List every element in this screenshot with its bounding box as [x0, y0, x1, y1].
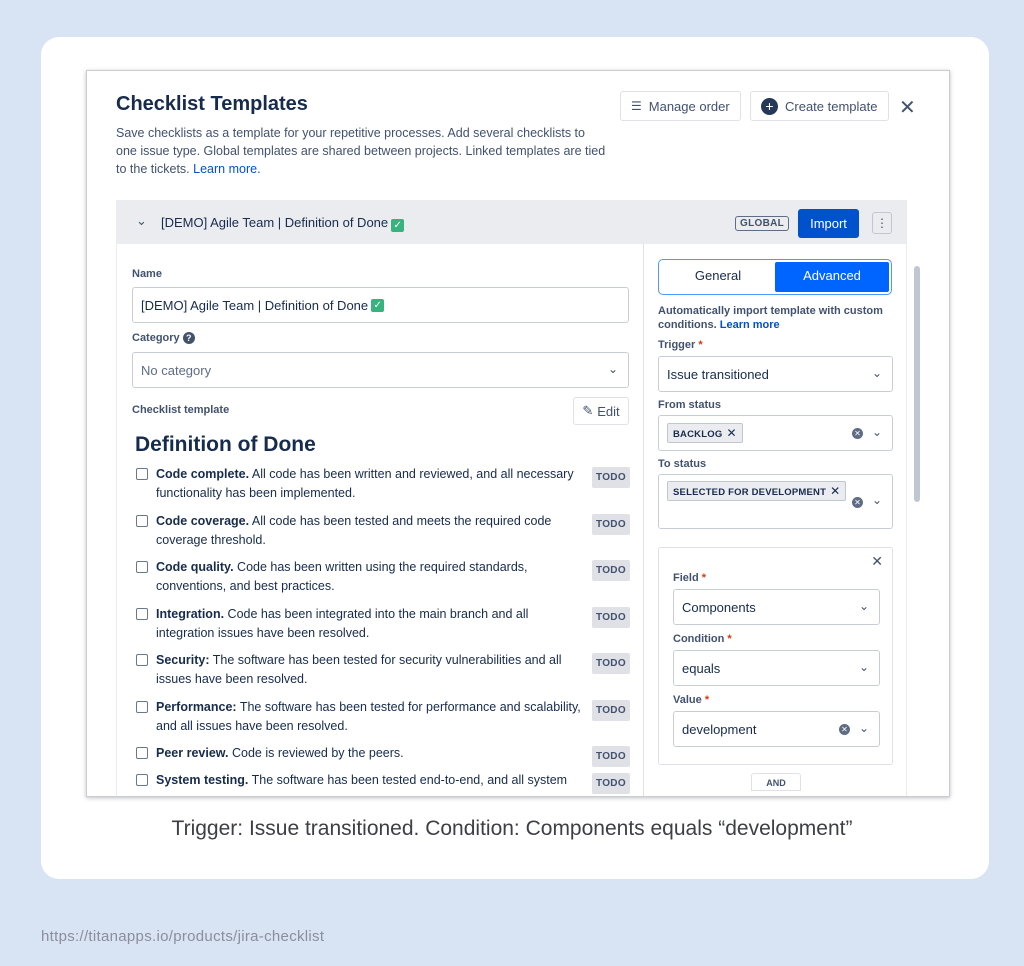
- clear-icon[interactable]: ✕: [852, 497, 863, 508]
- clear-icon[interactable]: ✕: [852, 428, 863, 439]
- list-icon: ☰: [631, 99, 642, 113]
- category-label: Category?: [132, 332, 195, 344]
- chevron-down-icon: ⌄: [858, 599, 869, 613]
- checkbox[interactable]: [136, 514, 148, 527]
- to-status-select[interactable]: SELECTED FOR DEVELOPMENT ✕ ✕ ⌄: [658, 474, 893, 529]
- modal-title: Checklist Templates: [116, 93, 308, 115]
- chevron-down-icon: ⌄: [871, 493, 882, 507]
- status-badge[interactable]: TODO: [592, 699, 630, 721]
- edit-button[interactable]: ✎ Edit: [573, 397, 629, 425]
- chevron-down-icon: ⌄: [871, 366, 882, 380]
- caption: Trigger: Issue transitioned. Condition: …: [171, 817, 853, 840]
- checkbox[interactable]: [136, 654, 148, 666]
- checklist-heading: Definition of Done: [135, 433, 316, 456]
- check-mark-icon: ✓: [391, 219, 405, 232]
- list-item: Security: The software has been tested f…: [136, 651, 630, 698]
- mode-tabs: General Advanced: [658, 259, 892, 295]
- clear-icon[interactable]: ✕: [839, 724, 850, 735]
- list-item: Integration. Code has been integrated in…: [136, 605, 630, 652]
- tab-general[interactable]: General: [661, 262, 775, 292]
- close-icon[interactable]: ✕: [871, 553, 883, 570]
- and-button[interactable]: AND: [751, 773, 801, 791]
- checkbox[interactable]: [136, 774, 148, 786]
- pencil-icon: ✎: [582, 403, 594, 418]
- chevron-down-icon: ⌄: [607, 362, 618, 376]
- learn-more-link[interactable]: Learn more: [720, 319, 780, 331]
- category-select[interactable]: No category ⌄: [132, 352, 629, 388]
- import-button[interactable]: Import: [798, 209, 859, 238]
- to-status-label: To status: [658, 458, 707, 470]
- remove-icon[interactable]: ✕: [726, 426, 736, 440]
- status-badge[interactable]: TODO: [592, 560, 630, 581]
- status-chip: BACKLOG ✕: [667, 423, 743, 443]
- check-mark-icon: ✓: [371, 298, 385, 312]
- checklist-template-label: Checklist template: [132, 404, 230, 416]
- list-item: Performance: The software has been teste…: [136, 698, 630, 745]
- source-url: https://titanapps.io/products/jira-check…: [41, 928, 325, 945]
- status-badge[interactable]: TODO: [592, 746, 630, 767]
- close-icon[interactable]: ✕: [899, 95, 916, 120]
- checkbox[interactable]: [136, 607, 148, 620]
- trigger-select[interactable]: Issue transitioned ⌄: [658, 356, 893, 392]
- advanced-info: Automatically import template with custo…: [658, 305, 883, 331]
- chevron-down-icon[interactable]: ⌄: [136, 213, 147, 229]
- status-badge[interactable]: TODO: [592, 653, 630, 674]
- template-panel: ⌄ [DEMO] Agile Team | Definition of Done…: [116, 200, 920, 796]
- from-status-select[interactable]: BACKLOG ✕ ✕ ⌄: [658, 415, 893, 451]
- list-item: Peer review. Code is reviewed by the pee…: [136, 744, 630, 771]
- status-chip: SELECTED FOR DEVELOPMENT ✕: [667, 481, 847, 501]
- divider: [643, 244, 644, 796]
- checkbox[interactable]: [136, 468, 148, 480]
- list-item: Code complete. All code has been written…: [136, 465, 630, 512]
- modal-screenshot: Checklist Templates Save checklists as a…: [86, 70, 950, 797]
- status-badge[interactable]: TODO: [592, 467, 630, 488]
- field-select[interactable]: Components ⌄: [673, 589, 880, 625]
- value-select[interactable]: development ✕ ⌄: [673, 711, 880, 747]
- field-label: Field *: [673, 572, 707, 584]
- checkbox[interactable]: [136, 747, 148, 759]
- modal-description: Save checklists as a template for your r…: [116, 126, 606, 176]
- from-status-label: From status: [658, 399, 721, 411]
- condition-select[interactable]: equals ⌄: [673, 650, 880, 686]
- name-input[interactable]: [DEMO] Agile Team | Definition of Done ✓: [132, 287, 629, 323]
- help-icon[interactable]: ?: [182, 332, 195, 344]
- condition-label: Condition *: [673, 633, 732, 645]
- manage-order-button[interactable]: ☰ Manage order: [620, 91, 741, 121]
- status-badge[interactable]: TODO: [592, 513, 630, 535]
- name-label: Name: [132, 268, 162, 280]
- list-item: System testing. The software has been te…: [136, 771, 630, 796]
- list-item: Code quality. Code has been written usin…: [136, 558, 630, 605]
- trigger-label: Trigger *: [658, 339, 703, 351]
- global-badge: GLOBAL: [735, 216, 790, 231]
- checklist-items: Code complete. All code has been written…: [136, 465, 630, 796]
- checkbox[interactable]: [136, 700, 148, 713]
- create-template-button[interactable]: + Create template: [750, 91, 889, 121]
- checkbox[interactable]: [136, 561, 148, 573]
- condition-card: ✕ Field * Components ⌄ Condition * equal…: [658, 547, 893, 765]
- status-badge[interactable]: TODO: [592, 773, 630, 794]
- chevron-down-icon: ⌄: [871, 425, 882, 439]
- plus-circle-icon: +: [761, 97, 778, 115]
- list-item: Code coverage. All code has been tested …: [136, 512, 630, 559]
- scrollbar[interactable]: [914, 266, 920, 502]
- chevron-down-icon: ⌄: [858, 721, 869, 735]
- status-badge[interactable]: TODO: [592, 606, 630, 628]
- template-title: [DEMO] Agile Team | Definition of Done ✓: [161, 215, 405, 232]
- template-header[interactable]: ⌄ [DEMO] Agile Team | Definition of Done…: [117, 201, 906, 244]
- remove-icon[interactable]: ✕: [830, 484, 840, 498]
- chevron-down-icon: ⌄: [858, 660, 869, 674]
- value-label: Value *: [673, 694, 710, 706]
- more-options-button[interactable]: ⋮: [872, 212, 892, 234]
- tab-advanced[interactable]: Advanced: [775, 262, 889, 292]
- learn-more-link[interactable]: Learn more.: [193, 162, 260, 176]
